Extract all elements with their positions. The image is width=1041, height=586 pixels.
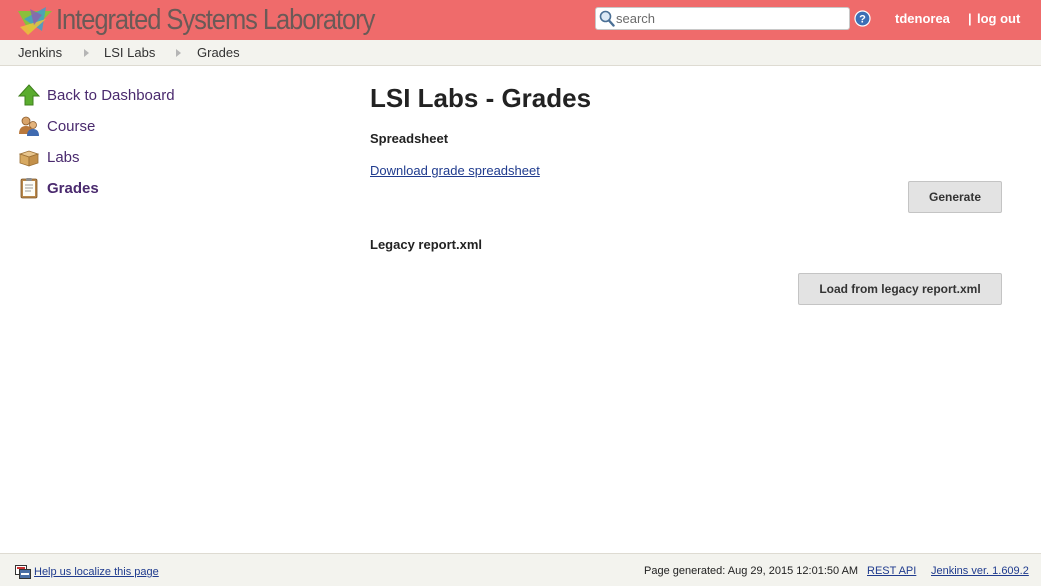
search-input[interactable] (616, 10, 844, 27)
sidebar-item-back-to-dashboard[interactable]: Back to Dashboard (18, 84, 175, 106)
legacy-report-heading: Legacy report.xml (370, 237, 482, 252)
help-icon[interactable]: ? (854, 10, 871, 27)
breadcrumb: Jenkins LSI Labs Grades (0, 40, 1041, 66)
sidebar-item-grades[interactable]: Grades (18, 177, 99, 199)
jenkins-version-link[interactable]: Jenkins ver. 1.609.2 (931, 565, 1029, 577)
sidebar-item-labs[interactable]: Labs (18, 146, 80, 168)
logout-link[interactable]: log out (977, 11, 1020, 26)
page-title: LSI Labs - Grades (370, 83, 592, 113)
page-generated-timestamp: Page generated: Aug 29, 2015 12:01:50 AM (644, 565, 859, 577)
header-separator: | (968, 11, 972, 26)
generate-button[interactable]: Generate (908, 181, 1002, 213)
logo-link[interactable]: Integrated Systems Laboratory (16, 4, 418, 37)
site-title: Integrated Systems Laboratory (56, 4, 375, 36)
breadcrumb-arrow-icon[interactable] (84, 49, 89, 57)
box-icon (18, 150, 40, 167)
people-icon (19, 116, 39, 136)
localize-icon (15, 565, 31, 579)
up-arrow-icon (18, 84, 40, 106)
sidebar-item-label: Labs (47, 148, 80, 166)
sidebar-item-label: Course (47, 117, 96, 135)
search-box (595, 7, 850, 30)
footer: Help us localize this page Page generate… (0, 553, 1041, 586)
svg-text:?: ? (859, 14, 866, 26)
clipboard-icon (20, 178, 38, 199)
breadcrumb-lsi-labs[interactable]: LSI Labs (104, 45, 155, 60)
load-legacy-report-button[interactable]: Load from legacy report.xml (798, 273, 1002, 305)
sidebar-item-course[interactable]: Course (18, 115, 95, 137)
spreadsheet-heading: Spreadsheet (370, 131, 449, 146)
user-link[interactable]: tdenorea (895, 11, 950, 26)
sidebar-item-label: Grades (47, 179, 99, 197)
localize-page-link[interactable]: Help us localize this page (34, 566, 159, 578)
breadcrumb-grades[interactable]: Grades (197, 45, 240, 60)
breadcrumb-arrow-icon[interactable] (176, 49, 181, 57)
lab-logo-icon (18, 6, 52, 35)
sidebar-item-label: Back to Dashboard (47, 86, 175, 104)
breadcrumb-jenkins[interactable]: Jenkins (18, 45, 62, 60)
rest-api-link[interactable]: REST API (867, 565, 916, 577)
top-header: Integrated Systems Laboratory ? tdenorea… (0, 0, 1041, 40)
search-icon (599, 10, 615, 27)
download-grade-spreadsheet-link[interactable]: Download grade spreadsheet (370, 163, 540, 178)
